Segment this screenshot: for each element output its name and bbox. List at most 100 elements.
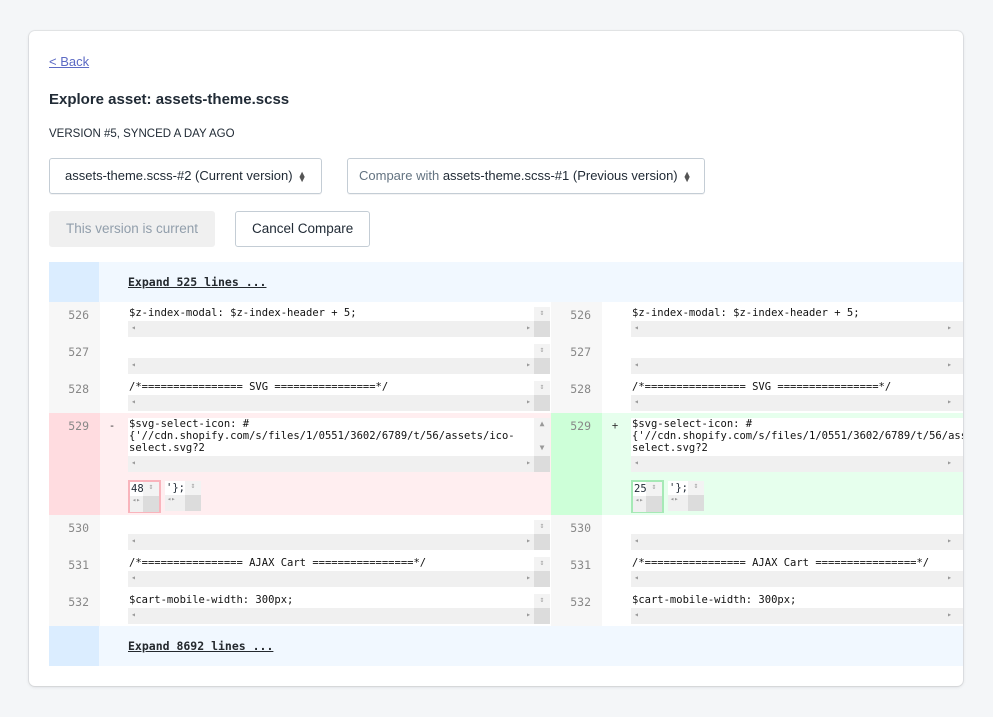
code-text: $svg-select-icon: # {'//cdn.shopify.com/… — [631, 418, 963, 456]
scroll-corner — [534, 608, 550, 624]
diff-right-side: 526 $z-index-modal: $z-index-header + 5; — [551, 302, 963, 339]
diff-left-side: 529- $svg-select-icon: # {'//cdn.shopify… — [49, 413, 551, 515]
scroll-corner — [534, 395, 550, 411]
back-link[interactable]: < Back — [49, 54, 89, 69]
compare-version-select[interactable]: Compare with assets-theme.scss-#1 (Previ… — [347, 158, 705, 194]
code-line-field[interactable]: $cart-mobile-width: 300px; ⇕ — [128, 594, 550, 624]
code-line-field[interactable] — [631, 344, 963, 374]
diff-left-side: 530 ⇕ — [49, 515, 551, 552]
scroll-corner — [534, 571, 550, 587]
expand-bottom-link[interactable]: Expand 8692 lines ... — [128, 639, 273, 653]
code-text — [128, 344, 534, 358]
diff-row: 532 $cart-mobile-width: 300px; ⇕ 532 $ca… — [49, 589, 963, 626]
line-number: 530 — [49, 515, 100, 552]
line-number: 529 — [551, 413, 602, 515]
horizontal-scrollbar[interactable] — [631, 395, 963, 411]
select-arrows-icon: ▲ ▼ — [297, 168, 307, 184]
horizontal-scrollbar[interactable] — [128, 395, 550, 411]
code-text: /*================ AJAX Cart ===========… — [631, 557, 963, 571]
stepper-icon[interactable]: ⇕ — [646, 482, 662, 496]
code-line-field[interactable]: $cart-mobile-width: 300px; — [631, 594, 963, 624]
horizontal-scrollbar[interactable] — [128, 321, 550, 337]
stepper-icon[interactable]: ⇕ — [143, 482, 159, 496]
diff-left-side: 526 $z-index-modal: $z-index-header + 5;… — [49, 302, 551, 339]
changed-value-field[interactable]: 48 ⇕ ◂▸ — [128, 480, 161, 513]
code-line-field[interactable]: /*================ SVG ================*… — [128, 381, 550, 411]
removed-marker: - — [108, 420, 116, 432]
diff-left-side: 531 /*================ AJAX Cart =======… — [49, 552, 551, 589]
vertical-scroll-arrows-icon[interactable]: ⇕ — [534, 344, 550, 358]
scroll-corner — [534, 321, 550, 337]
asset-explorer-card: < Back Explore asset: assets-theme.scss … — [29, 31, 963, 686]
code-line-field[interactable]: $z-index-modal: $z-index-header + 5; ⇕ — [128, 307, 550, 337]
tail-value-field[interactable]: '}; ⇕ ◂▸ — [165, 481, 201, 511]
page-title: Explore asset: assets-theme.scss — [49, 91, 290, 108]
diff-right-side: 528 /*================ SVG =============… — [551, 376, 963, 413]
cancel-compare-button[interactable]: Cancel Compare — [235, 211, 371, 247]
horizontal-scrollbar[interactable] — [631, 534, 963, 550]
code-line-field[interactable]: $svg-select-icon: # {'//cdn.shopify.com/… — [128, 418, 550, 472]
line-number: 526 — [49, 302, 100, 339]
code-line-field[interactable]: ⇕ — [128, 520, 550, 550]
code-line-field[interactable] — [631, 520, 963, 550]
code-text: /*================ AJAX Cart ===========… — [128, 557, 534, 571]
select-arrows-icon: ▲ ▼ — [682, 168, 692, 184]
code-line-field[interactable]: /*================ AJAX Cart ===========… — [128, 557, 550, 587]
this-version-current-button: This version is current — [49, 211, 216, 247]
vertical-scroll-arrows-icon[interactable]: ⇕ — [534, 520, 550, 534]
code-line-field[interactable]: /*================ AJAX Cart ===========… — [631, 557, 963, 587]
line-number: 527 — [551, 339, 602, 376]
diff-right-side: 527 — [551, 339, 963, 376]
code-text: $cart-mobile-width: 300px; — [128, 594, 534, 608]
horizontal-scrollbar[interactable] — [631, 456, 963, 472]
scroll-corner — [534, 358, 550, 374]
scroll-corner — [534, 534, 550, 550]
horizontal-scrollbar[interactable] — [631, 321, 963, 337]
scroll-corner — [534, 456, 550, 472]
horizontal-scrollbar[interactable] — [128, 358, 550, 374]
stepper-icon[interactable]: ⇕ — [185, 481, 201, 495]
tail-value-field[interactable]: '}; ⇕ ◂▸ — [668, 481, 704, 511]
expand-bottom-row: Expand 8692 lines ... — [49, 626, 963, 666]
vertical-scroll-arrows-icon[interactable]: ⇕ — [534, 594, 550, 608]
code-line-field[interactable]: $svg-select-icon: # {'//cdn.shopify.com/… — [631, 418, 963, 472]
line-number: 531 — [551, 552, 602, 589]
stepper-icon[interactable]: ⇕ — [688, 481, 704, 495]
scroll-corner — [688, 495, 704, 511]
scroll-corner — [646, 496, 662, 512]
compare-version-value: assets-theme.scss-#1 (Previous version) — [442, 168, 678, 183]
horizontal-scrollbar[interactable] — [631, 571, 963, 587]
diff-left-side: 527 ⇕ — [49, 339, 551, 376]
diff-right-side: 529 + $svg-select-icon: # {'//cdn.shopify… — [551, 413, 963, 515]
vertical-scroll-arrows-icon[interactable]: ⇕ — [534, 381, 550, 395]
diff-row: 529- $svg-select-icon: # {'//cdn.shopify… — [49, 413, 963, 515]
changed-value-field[interactable]: 25 ⇕ ◂▸ — [631, 480, 664, 513]
code-line-field[interactable]: $z-index-modal: $z-index-header + 5; — [631, 307, 963, 337]
vertical-scroll-arrows-icon[interactable]: ⇕ — [534, 307, 550, 321]
current-version-select[interactable]: assets-theme.scss-#2 (Current version) ▲ ▼ — [49, 158, 322, 194]
code-line-field[interactable]: /*================ SVG ================*… — [631, 381, 963, 411]
horizontal-scrollbar[interactable] — [128, 571, 550, 587]
horizontal-scrollbar[interactable] — [128, 456, 550, 472]
horizontal-scrollbar[interactable] — [631, 358, 963, 374]
code-text — [128, 520, 534, 534]
vertical-scroll-arrows-icon[interactable]: ⇕ — [534, 557, 550, 571]
line-number: 532 — [49, 589, 100, 626]
diff-right-side: 530 — [551, 515, 963, 552]
inline-change: 25 ⇕ ◂▸ '}; ⇕ ◂▸ — [631, 480, 704, 513]
line-number: 529 — [49, 413, 100, 515]
expand-top-link[interactable]: Expand 525 lines ... — [128, 275, 266, 289]
inline-change: 48 ⇕ ◂▸ '}; ⇕ ◂▸ — [128, 480, 201, 513]
horizontal-scrollbar[interactable] — [128, 608, 550, 624]
code-line-field[interactable]: ⇕ — [128, 344, 550, 374]
line-number: 530 — [551, 515, 602, 552]
code-text — [631, 520, 963, 534]
code-text — [631, 344, 963, 358]
horizontal-scrollbar[interactable] — [128, 534, 550, 550]
code-text: $cart-mobile-width: 300px; — [631, 594, 963, 608]
horizontal-scrollbar[interactable] — [631, 608, 963, 624]
added-marker: + — [611, 420, 619, 432]
vertical-scroll-arrows-icon[interactable]: ▲ ▼ — [534, 418, 550, 456]
diff-left-side: 532 $cart-mobile-width: 300px; ⇕ — [49, 589, 551, 626]
scroll-corner — [185, 495, 201, 511]
